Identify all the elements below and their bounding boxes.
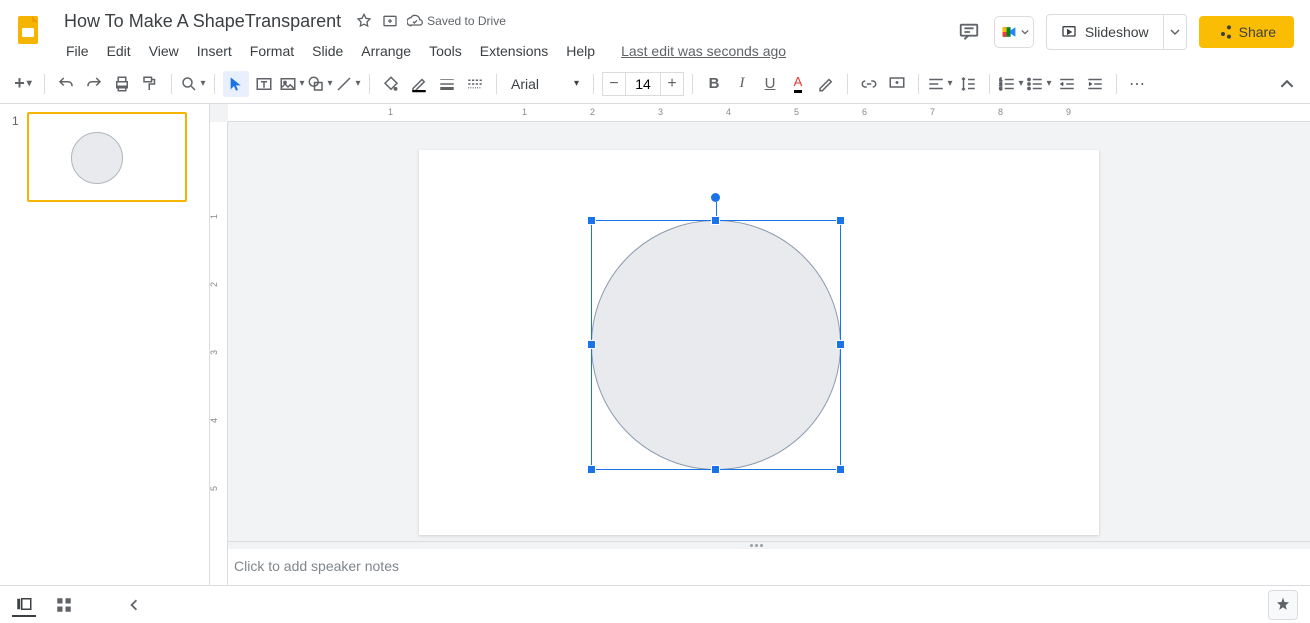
- document-title[interactable]: How To Make A ShapeTransparent: [58, 9, 347, 34]
- menu-insert[interactable]: Insert: [189, 39, 240, 63]
- menu-help[interactable]: Help: [558, 39, 603, 63]
- bulleted-list-button[interactable]: ▾: [1026, 71, 1052, 97]
- fontsize-increase[interactable]: +: [660, 72, 684, 96]
- slide-thumbnail-1[interactable]: [27, 112, 187, 202]
- align-button[interactable]: ▾: [927, 71, 953, 97]
- slide-canvas[interactable]: [419, 150, 1099, 535]
- resize-handle-tl[interactable]: [587, 216, 596, 225]
- save-status: Saved to Drive: [407, 13, 506, 29]
- collapse-filmstrip-button[interactable]: [122, 593, 146, 617]
- fill-color-button[interactable]: [378, 71, 404, 97]
- menu-edit[interactable]: Edit: [99, 39, 139, 63]
- resize-handle-mr[interactable]: [836, 340, 845, 349]
- border-color-button[interactable]: [406, 71, 432, 97]
- line-tool[interactable]: ▾: [335, 71, 361, 97]
- menu-file[interactable]: File: [58, 39, 97, 63]
- menu-slide[interactable]: Slide: [304, 39, 351, 63]
- filmstrip-view-button[interactable]: [12, 593, 36, 617]
- menu-tools[interactable]: Tools: [421, 39, 470, 63]
- numbered-list-button[interactable]: 123▾: [998, 71, 1024, 97]
- resize-handle-ml[interactable]: [587, 340, 596, 349]
- move-icon[interactable]: [381, 12, 399, 30]
- explore-button[interactable]: [1268, 590, 1298, 620]
- decrease-indent-button[interactable]: [1054, 71, 1080, 97]
- menu-arrange[interactable]: Arrange: [353, 39, 419, 63]
- bold-button[interactable]: B: [701, 71, 727, 97]
- line-spacing-button[interactable]: [955, 71, 981, 97]
- selection-box: [591, 220, 841, 470]
- speaker-notes[interactable]: Click to add speaker notes: [210, 549, 1310, 585]
- resize-handle-tr[interactable]: [836, 216, 845, 225]
- image-tool[interactable]: ▾: [279, 71, 305, 97]
- select-tool[interactable]: [223, 71, 249, 97]
- collapse-toolbar-button[interactable]: [1274, 71, 1300, 97]
- comments-icon[interactable]: [956, 19, 982, 45]
- fontsize-input[interactable]: [626, 72, 660, 96]
- notes-splitter[interactable]: [210, 541, 1310, 549]
- resize-handle-tm[interactable]: [711, 216, 720, 225]
- toolbar: +▾ ▾ ▾ ▾ ▾ Arial▾ − + B I U A ▾ 123▾ ▾ ⋯: [0, 64, 1310, 104]
- menu-extensions[interactable]: Extensions: [472, 39, 556, 63]
- border-weight-button[interactable]: [434, 71, 460, 97]
- redo-button[interactable]: [81, 71, 107, 97]
- comment-button[interactable]: [884, 71, 910, 97]
- last-edit-link[interactable]: Last edit was seconds ago: [605, 43, 786, 59]
- menu-view[interactable]: View: [141, 39, 187, 63]
- highlight-color-button[interactable]: [813, 71, 839, 97]
- slideshow-button[interactable]: Slideshow: [1046, 14, 1164, 50]
- star-icon[interactable]: [355, 12, 373, 30]
- shape-tool[interactable]: ▾: [307, 71, 333, 97]
- font-select[interactable]: Arial▾: [505, 72, 585, 96]
- resize-handle-br[interactable]: [836, 465, 845, 474]
- zoom-button[interactable]: ▾: [180, 71, 206, 97]
- print-button[interactable]: [109, 71, 135, 97]
- resize-handle-bl[interactable]: [587, 465, 596, 474]
- share-button[interactable]: Share: [1199, 16, 1294, 48]
- link-button[interactable]: [856, 71, 882, 97]
- vertical-ruler: 1 2 3 4 5: [210, 122, 228, 585]
- textbox-tool[interactable]: [251, 71, 277, 97]
- svg-text:3: 3: [1000, 86, 1003, 91]
- fontsize-decrease[interactable]: −: [602, 72, 626, 96]
- increase-indent-button[interactable]: [1082, 71, 1108, 97]
- text-color-button[interactable]: A: [785, 71, 811, 97]
- underline-button[interactable]: U: [757, 71, 783, 97]
- thumb-shape: [71, 132, 123, 184]
- slides-logo[interactable]: [10, 12, 50, 52]
- meet-button[interactable]: [994, 16, 1034, 48]
- rotate-handle[interactable]: [711, 193, 720, 202]
- more-button[interactable]: ⋯: [1125, 71, 1151, 97]
- italic-button[interactable]: I: [729, 71, 755, 97]
- filmstrip: 1: [0, 104, 210, 585]
- undo-button[interactable]: [53, 71, 79, 97]
- slide-number: 1: [12, 112, 19, 202]
- resize-handle-bm[interactable]: [711, 465, 720, 474]
- paint-format-button[interactable]: [137, 71, 163, 97]
- slideshow-dropdown[interactable]: [1164, 14, 1187, 50]
- horizontal-ruler: 1 1 2 3 4 5 6 7 8 9: [228, 104, 1310, 122]
- menu-format[interactable]: Format: [242, 39, 302, 63]
- border-dash-button[interactable]: [462, 71, 488, 97]
- new-slide-button[interactable]: +▾: [10, 71, 36, 97]
- grid-view-button[interactable]: [52, 593, 76, 617]
